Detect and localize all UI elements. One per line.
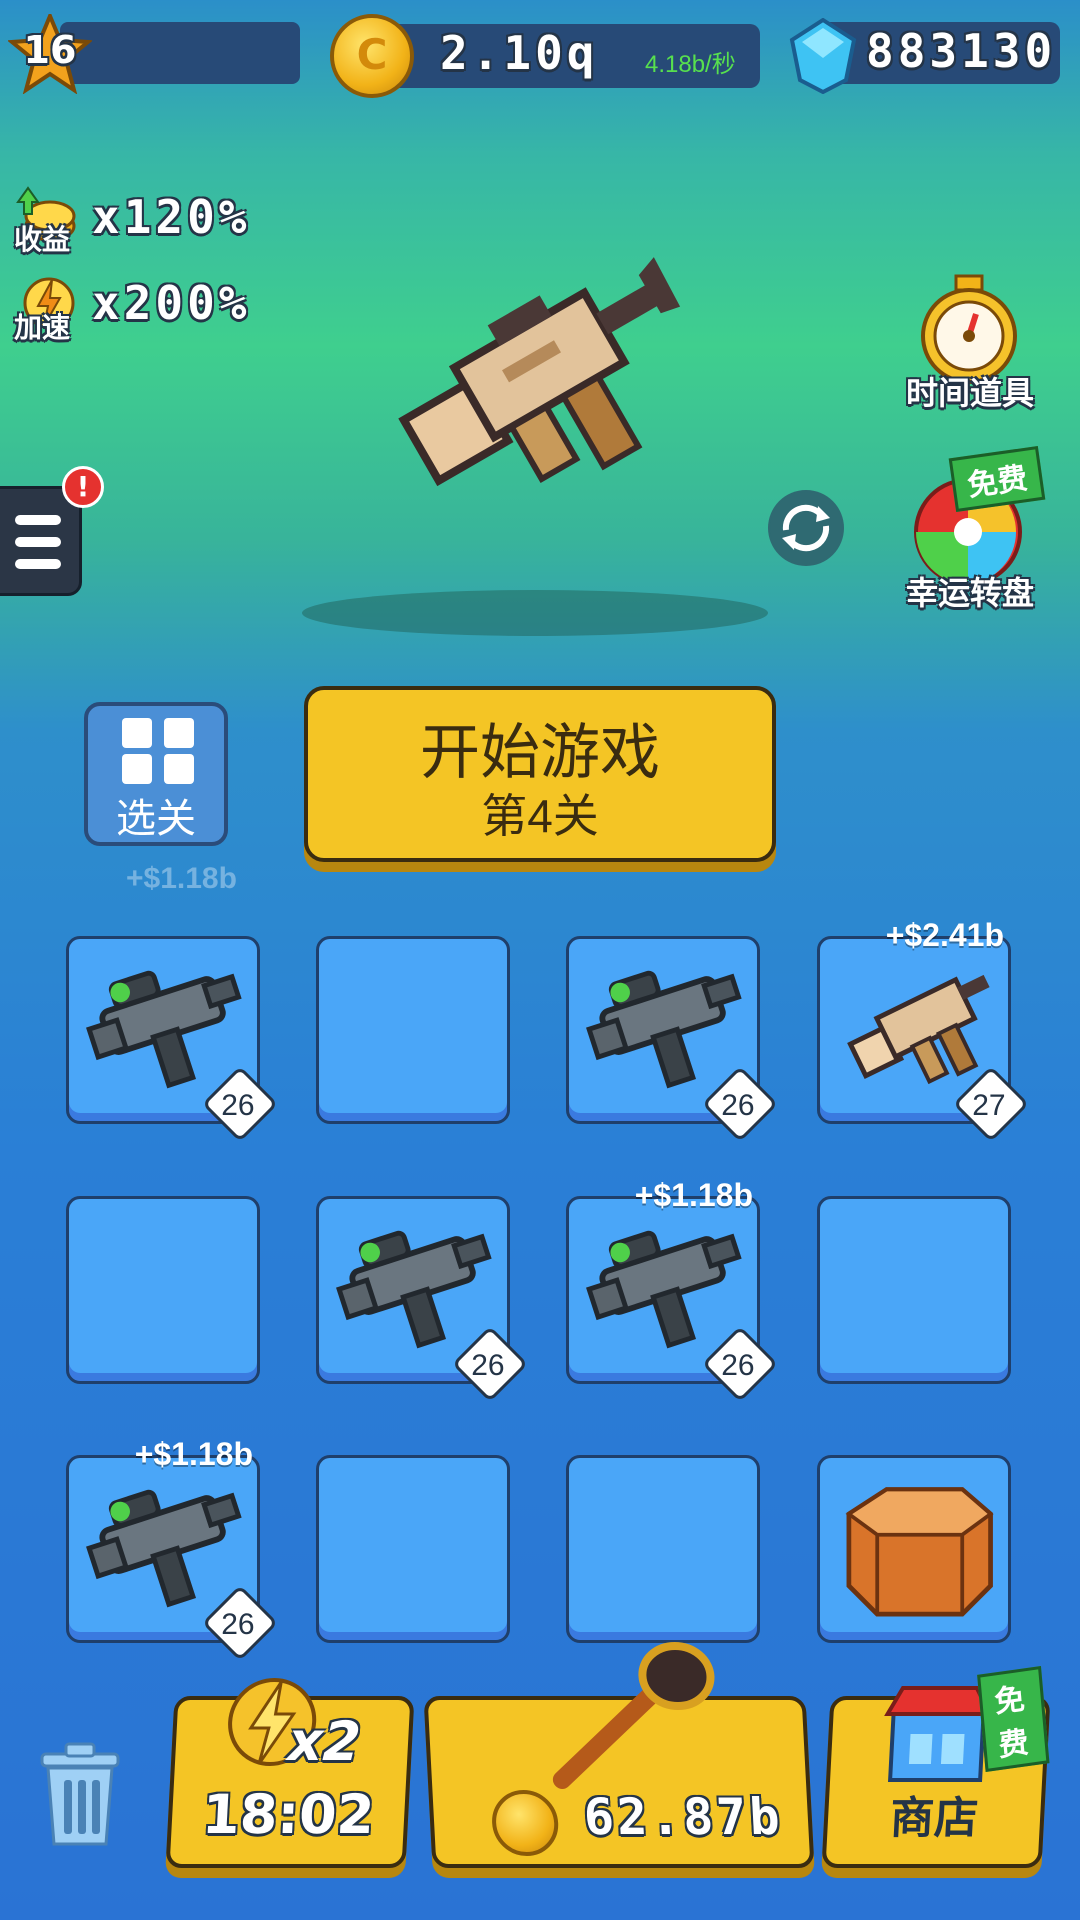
shop-label: 商店 — [888, 1794, 980, 1843]
shop-icon — [884, 1686, 993, 1782]
wheel-free-tag: 免费 — [948, 445, 1046, 512]
merge-slot[interactable]: 26 +$1.18b — [566, 1177, 779, 1403]
weapon-level: 26 — [721, 1349, 755, 1383]
coin-icon: C — [330, 14, 414, 98]
player-level: 16 — [23, 28, 77, 72]
coin-balance: 2.10q — [440, 26, 599, 80]
coin-icon — [490, 1790, 560, 1856]
merge-slot[interactable]: 26 — [66, 936, 279, 1143]
shop-button[interactable]: 免费 商店 — [821, 1666, 1051, 1868]
merge-slot[interactable]: 26 +$1.18b — [66, 1436, 279, 1662]
speed-boost-label: 加速 — [14, 312, 71, 343]
menu-icon — [15, 515, 61, 525]
menu-icon-line — [15, 537, 61, 547]
weapon-level: 26 — [221, 1089, 255, 1123]
merge-slot[interactable]: 27 +$2.41b — [817, 917, 1030, 1143]
crate-icon — [845, 1487, 994, 1617]
current-stage: 第4关 — [481, 790, 599, 842]
buy-price: 62.87b — [582, 1788, 784, 1846]
speed-multiplier: x2 — [286, 1710, 363, 1773]
grid-icon-cell — [122, 754, 152, 784]
grid-icon — [122, 718, 152, 748]
floating-income-text: +$1.18b — [634, 1177, 753, 1213]
rocket-launcher-icon — [552, 1642, 715, 1789]
time-item-button[interactable]: 时间道具 — [890, 270, 1050, 411]
start-game-button[interactable]: 开始游戏 第4关 — [304, 686, 776, 862]
weapon-shadow — [302, 590, 768, 636]
buy-weapon-button[interactable]: 62.87b — [423, 1642, 815, 1868]
floating-income-text: +$1.18b — [126, 862, 237, 895]
time-item-label: 时间道具 — [905, 375, 1034, 411]
floating-income-text: +$2.41b — [885, 917, 1004, 953]
merge-slot[interactable] — [566, 1455, 760, 1643]
menu-icon-line — [15, 559, 61, 569]
merge-slot[interactable] — [316, 936, 510, 1124]
merge-slot[interactable] — [316, 1455, 510, 1643]
floating-income-text: +$1.18b — [134, 1436, 253, 1472]
gem-icon — [789, 18, 857, 94]
merge-slot[interactable]: 26 — [316, 1196, 529, 1403]
income-boost-label: 收益 — [14, 224, 71, 255]
weapon-level: 26 — [721, 1089, 755, 1123]
speed-up-button[interactable]: x2 18:02 — [165, 1678, 415, 1868]
featured-rifle-icon — [398, 257, 681, 487]
speed-boost-value: x200% — [92, 276, 251, 330]
coin-rate: 4.18b/秒 — [645, 51, 736, 78]
gem-balance: 883130 — [866, 24, 1057, 78]
level-select-button[interactable]: 选关 — [84, 702, 228, 846]
merge-slot[interactable]: 26 — [566, 936, 779, 1143]
shop-free-tag: 免费 — [977, 1666, 1050, 1772]
speed-timer: 18:02 — [200, 1783, 376, 1846]
start-game-title: 开始游戏 — [420, 719, 660, 786]
merge-slot[interactable] — [817, 1455, 1011, 1643]
weapon-level: 27 — [972, 1089, 1006, 1123]
weapon-level: 26 — [221, 1608, 255, 1642]
swap-weapon-icon[interactable] — [768, 490, 844, 566]
income-boost-value: x120% — [92, 190, 251, 244]
merge-slot[interactable] — [66, 1196, 260, 1384]
trash-icon[interactable] — [30, 1740, 130, 1850]
xp-bar — [60, 22, 300, 84]
weapon-level: 26 — [471, 1349, 505, 1383]
merge-slot[interactable] — [817, 1196, 1011, 1384]
grid-icon-cell — [164, 718, 194, 748]
level-select-label: 选关 — [116, 797, 196, 841]
wheel-label: 幸运转盘 — [905, 575, 1034, 611]
lucky-wheel-button[interactable]: 免费 幸运转盘 — [890, 445, 1050, 612]
grid-icon-cell — [164, 754, 194, 784]
alert-badge: ! — [62, 466, 104, 508]
